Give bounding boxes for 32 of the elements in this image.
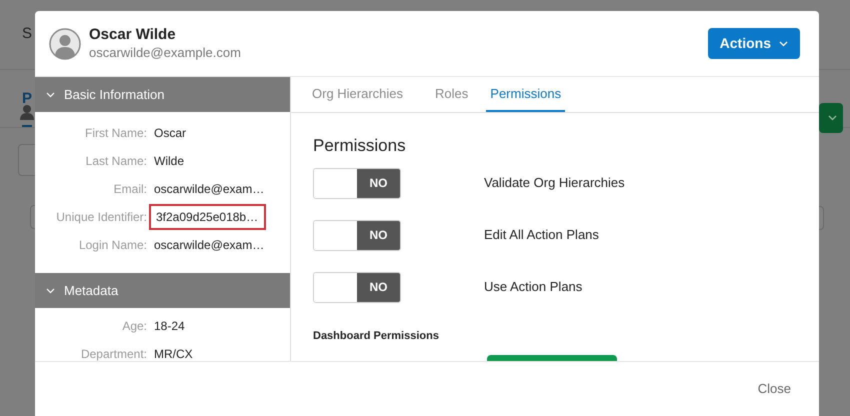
user-name: Oscar Wilde (89, 26, 177, 44)
toggle-switch[interactable]: NO (313, 168, 401, 198)
field-value: oscarwilde@exam… (154, 237, 264, 254)
user-email: oscarwilde@example.com (89, 44, 241, 61)
toggle-switch[interactable]: NO (313, 220, 401, 250)
section-title: Permissions (313, 135, 407, 157)
section-header[interactable]: Basic Information (35, 77, 290, 112)
field-label: Email: (112, 181, 147, 198)
field-value: oscarwilde@exam… (154, 181, 264, 198)
permission-label: Validate Org Hierarchies (484, 174, 625, 192)
actions-button[interactable]: Actions (708, 28, 800, 59)
field-value: Wilde (154, 153, 184, 170)
subsection-title: Dashboard Permissions (313, 328, 440, 344)
tab[interactable]: Org Hierarchies (298, 77, 418, 112)
field-label: First Name: (84, 125, 147, 142)
close-button[interactable]: Close (758, 379, 791, 399)
field-label: Unique Identifier: (55, 209, 147, 226)
field-value: 18-24 (154, 318, 185, 335)
tab[interactable]: Roles (421, 77, 482, 112)
field-label: Login Name: (78, 237, 147, 254)
permission-label: Use Action Plans (484, 278, 582, 296)
toggle-switch[interactable]: NO (313, 272, 401, 302)
field-label: Department: (80, 346, 147, 361)
permission-label: Edit All Action Plans (484, 226, 599, 244)
field-label: Age: (121, 318, 147, 335)
field-value: 3f2a09d25e018b… (149, 204, 266, 230)
field-value: MR/CX (154, 346, 193, 361)
tab[interactable]: Permissions (486, 77, 566, 112)
field-value: Oscar (154, 125, 186, 142)
page-heading: S (22, 24, 32, 44)
section-header[interactable]: Metadata (35, 273, 290, 308)
field-label: Last Name: (84, 153, 147, 170)
